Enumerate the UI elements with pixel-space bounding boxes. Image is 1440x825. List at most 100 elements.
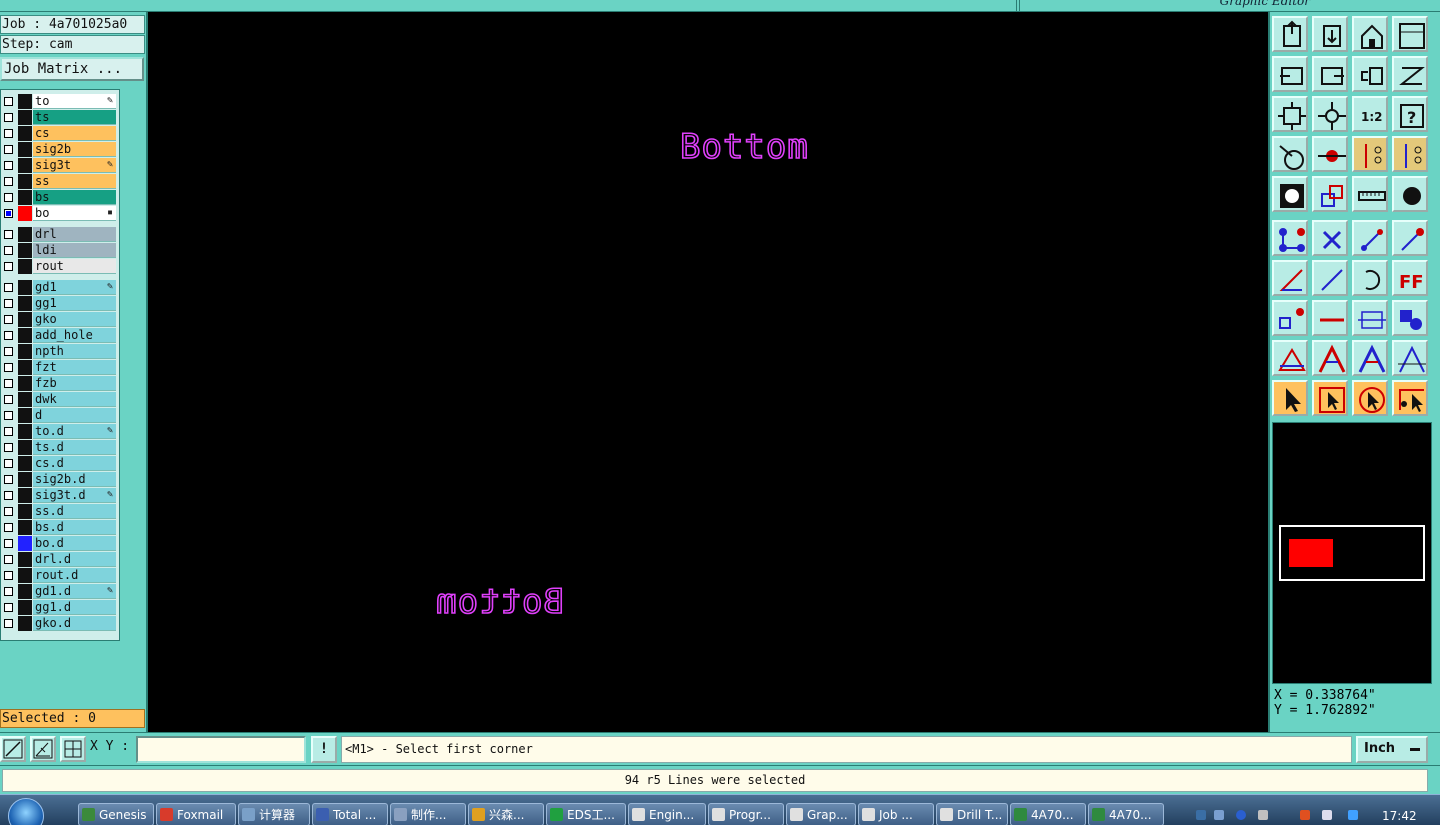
layer-row-gg1[interactable]: gg1 bbox=[1, 296, 117, 311]
job-matrix-button[interactable]: Job Matrix ... bbox=[0, 57, 144, 81]
layer-row-ss-d[interactable]: ss.d bbox=[1, 504, 117, 519]
taskbar-button[interactable]: Foxmail bbox=[156, 803, 236, 825]
layer-color-swatch[interactable] bbox=[18, 392, 32, 407]
layer-color-swatch[interactable] bbox=[18, 94, 32, 109]
layer-checkbox[interactable] bbox=[4, 113, 13, 122]
display-tray-icon[interactable] bbox=[1322, 810, 1332, 820]
layer-color-swatch[interactable] bbox=[18, 296, 32, 311]
help-button[interactable]: ? bbox=[1392, 96, 1428, 132]
mountain-a-button[interactable] bbox=[1312, 340, 1348, 376]
layer-color-swatch[interactable] bbox=[18, 328, 32, 343]
layer-checkbox[interactable] bbox=[4, 427, 13, 436]
layer-name[interactable]: sig2b.d bbox=[33, 472, 116, 487]
layer-row-sig3t[interactable]: sig3t ✎ bbox=[1, 158, 117, 173]
arc-button[interactable] bbox=[1352, 260, 1388, 296]
layer-row-drl-d[interactable]: drl.d bbox=[1, 552, 117, 567]
pan-reverse-button[interactable] bbox=[1352, 56, 1388, 92]
taskbar-button[interactable]: Drill T... bbox=[936, 803, 1008, 825]
taskbar-button[interactable]: 4A70... bbox=[1088, 803, 1164, 825]
layer-checkbox[interactable] bbox=[4, 571, 13, 580]
layer-color-swatch[interactable] bbox=[18, 520, 32, 535]
layer-row-gg1-d[interactable]: gg1.d bbox=[1, 600, 117, 615]
layer-name[interactable]: cs bbox=[33, 126, 116, 141]
pan-right-button[interactable] bbox=[1312, 56, 1348, 92]
taskbar-button[interactable]: Genesis bbox=[78, 803, 154, 825]
layer-checkbox[interactable] bbox=[4, 230, 13, 239]
xy-input[interactable] bbox=[136, 736, 306, 763]
layer-checkbox[interactable] bbox=[4, 129, 13, 138]
zoom-fit-button[interactable] bbox=[1272, 96, 1308, 132]
layer-color-swatch[interactable] bbox=[18, 110, 32, 125]
layer-checkbox[interactable] bbox=[4, 347, 13, 356]
layer-row-dwk[interactable]: dwk bbox=[1, 392, 117, 407]
pen-tray-icon[interactable] bbox=[1258, 810, 1268, 820]
layer-name[interactable]: ss.d bbox=[33, 504, 116, 519]
help-tray-icon[interactable] bbox=[1236, 810, 1246, 820]
taskbar-button[interactable]: 兴森... bbox=[468, 803, 544, 825]
layer-row-ts[interactable]: ts bbox=[1, 110, 117, 125]
layer-row-bo-d[interactable]: bo.d bbox=[1, 536, 117, 551]
graphic-canvas[interactable]: Bottom Bottom bbox=[148, 12, 1268, 732]
layer-checkbox[interactable] bbox=[4, 411, 13, 420]
layer-name[interactable]: d bbox=[33, 408, 116, 423]
layer-checkbox[interactable] bbox=[4, 539, 13, 548]
window-button[interactable] bbox=[1392, 16, 1428, 52]
layer-color-swatch[interactable] bbox=[18, 142, 32, 157]
layer-row-rout-d[interactable]: rout.d bbox=[1, 568, 117, 583]
layer-checkbox[interactable] bbox=[4, 262, 13, 271]
layer-color-swatch[interactable] bbox=[18, 504, 32, 519]
taskbar-button[interactable]: Total ... bbox=[312, 803, 388, 825]
line-minus-button[interactable] bbox=[1312, 300, 1348, 336]
layer-row-ts-d[interactable]: ts.d bbox=[1, 440, 117, 455]
pad-move-button[interactable] bbox=[1272, 300, 1308, 336]
mountain-button[interactable] bbox=[1272, 340, 1308, 376]
volume-tray-icon[interactable] bbox=[1348, 810, 1358, 820]
taskbar-button[interactable]: Progr... bbox=[708, 803, 784, 825]
layers-blue-button[interactable] bbox=[1392, 136, 1428, 172]
delete-button[interactable] bbox=[1312, 220, 1348, 256]
layer-row-drl[interactable]: drl bbox=[1, 227, 117, 242]
layer-color-swatch[interactable] bbox=[18, 259, 32, 274]
layer-color-swatch[interactable] bbox=[18, 568, 32, 583]
scale-1-2-button[interactable]: 1:2 bbox=[1352, 96, 1388, 132]
layer-name[interactable]: npth bbox=[33, 344, 116, 359]
network-tray-icon[interactable] bbox=[1214, 810, 1224, 820]
layer-color-swatch[interactable] bbox=[18, 600, 32, 615]
layer-checkbox[interactable] bbox=[4, 246, 13, 255]
line-button[interactable] bbox=[1352, 220, 1388, 256]
surface-button[interactable] bbox=[1312, 176, 1348, 212]
layer-name[interactable]: gg1.d bbox=[33, 600, 116, 615]
overview-window[interactable] bbox=[1272, 422, 1432, 684]
layer-checkbox[interactable] bbox=[4, 555, 13, 564]
layer-checkbox[interactable] bbox=[4, 475, 13, 484]
layer-color-swatch[interactable] bbox=[18, 227, 32, 242]
layer-color-swatch[interactable] bbox=[18, 552, 32, 567]
layer-checkbox[interactable] bbox=[4, 145, 13, 154]
snap-button[interactable] bbox=[1392, 56, 1428, 92]
layer-color-swatch[interactable] bbox=[18, 280, 32, 295]
layer-row-cs[interactable]: cs bbox=[1, 126, 117, 141]
layer-checkbox[interactable] bbox=[4, 523, 13, 532]
layer-checkbox[interactable] bbox=[4, 315, 13, 324]
copy-shape-button[interactable] bbox=[1392, 300, 1428, 336]
layer-color-swatch[interactable] bbox=[18, 440, 32, 455]
layer-row-sig3t-d[interactable]: sig3t.d ✎ bbox=[1, 488, 117, 503]
layer-name[interactable]: bs.d bbox=[33, 520, 116, 535]
layer-checkbox[interactable] bbox=[4, 379, 13, 388]
layer-checkbox[interactable] bbox=[4, 283, 13, 292]
layer-color-swatch[interactable] bbox=[18, 376, 32, 391]
layer-checkbox[interactable] bbox=[4, 193, 13, 202]
measure-button[interactable] bbox=[1352, 176, 1388, 212]
execute-button[interactable]: ! bbox=[311, 736, 337, 763]
display-button[interactable] bbox=[1312, 136, 1348, 172]
palette-button[interactable] bbox=[1272, 136, 1308, 172]
home-button[interactable] bbox=[1352, 16, 1388, 52]
layer-checkbox[interactable] bbox=[4, 619, 13, 628]
pointer-button[interactable] bbox=[1272, 380, 1308, 416]
pad-button[interactable] bbox=[1272, 176, 1308, 212]
layer-row-d[interactable]: d bbox=[1, 408, 117, 423]
layer-name[interactable]: gd1 bbox=[33, 280, 116, 295]
layer-row-add-hole[interactable]: add_hole bbox=[1, 328, 117, 343]
pan-left-button[interactable] bbox=[1272, 56, 1308, 92]
taskbar-button[interactable]: Engin... bbox=[628, 803, 706, 825]
